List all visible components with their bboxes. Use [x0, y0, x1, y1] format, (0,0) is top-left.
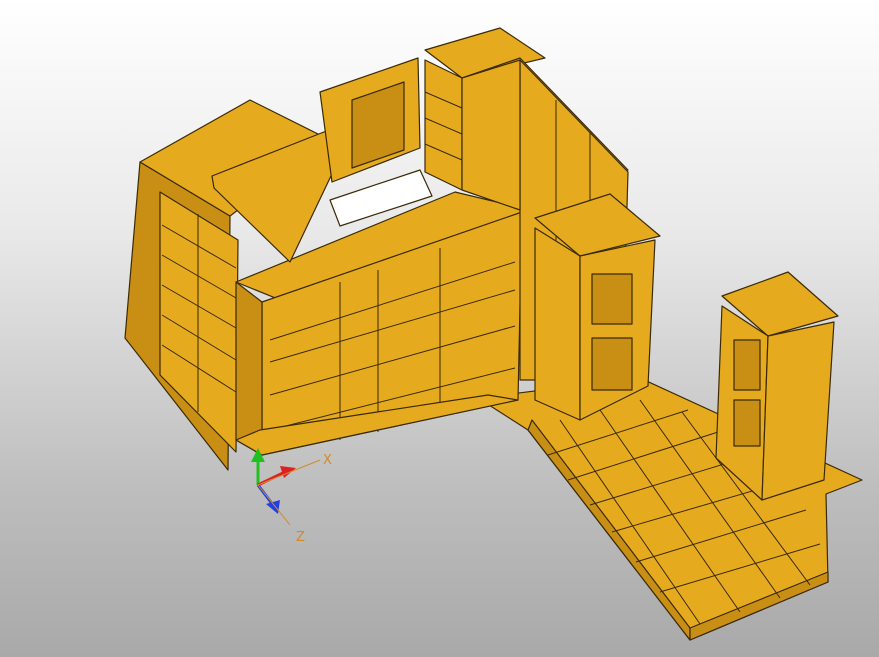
furniture-model[interactable]	[124, 27, 863, 641]
standalone-door-right	[761, 321, 835, 501]
shelf-unit-front	[461, 59, 521, 211]
z-axis-label: Z	[296, 530, 305, 545]
x-axis-arrowhead	[280, 466, 296, 478]
z-axis-guide	[257, 484, 291, 526]
cad-model-scene[interactable]	[0, 0, 879, 657]
middle-cabinet-side	[235, 281, 263, 456]
3d-viewport[interactable]: X Z	[0, 0, 879, 657]
z-axis-arrowhead	[266, 500, 280, 514]
x-axis-label: X	[323, 453, 332, 468]
x-axis-guide	[257, 459, 321, 486]
front-door-upper-panel	[591, 273, 633, 325]
axis-triad	[251, 448, 321, 526]
front-door-frame	[534, 227, 581, 421]
corner-shelf-body	[424, 59, 463, 191]
front-door-lower-panel	[591, 337, 633, 391]
standalone-door-upper-panel	[733, 339, 761, 391]
standalone-door-lower-panel	[733, 399, 761, 447]
